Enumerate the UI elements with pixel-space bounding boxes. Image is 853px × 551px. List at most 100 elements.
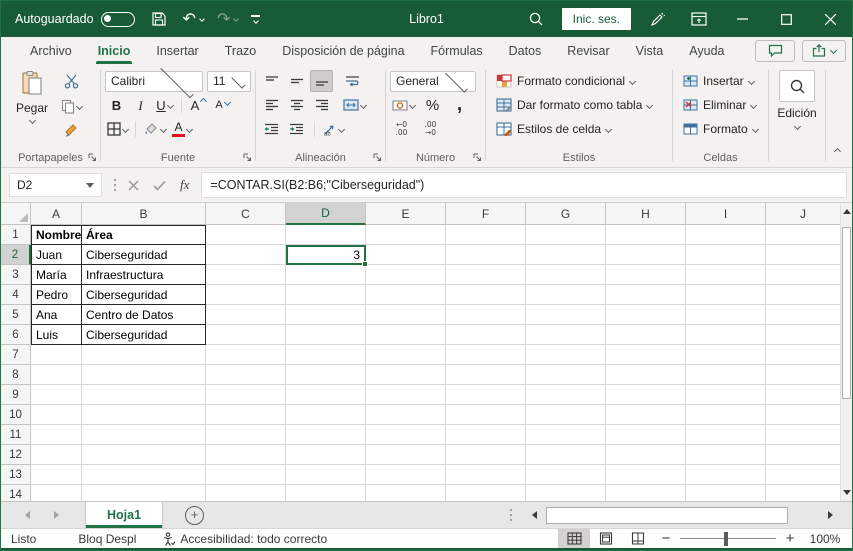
sheet-tab-hoja1[interactable]: Hoja1 bbox=[85, 502, 164, 528]
cell-D1[interactable] bbox=[286, 225, 366, 245]
cell-A12[interactable] bbox=[31, 445, 82, 465]
cell-B9[interactable] bbox=[82, 385, 206, 405]
font-size-select[interactable]: 11 bbox=[207, 70, 251, 92]
cell-A10[interactable] bbox=[31, 405, 82, 425]
cell-D2[interactable]: 3 bbox=[286, 245, 368, 267]
decrease-indent-button[interactable] bbox=[260, 118, 283, 140]
column-header-F[interactable]: F bbox=[446, 203, 526, 225]
cell-H11[interactable] bbox=[606, 425, 686, 445]
vertical-scrollbar-thumb[interactable] bbox=[842, 227, 851, 399]
cell-D6[interactable] bbox=[286, 325, 366, 345]
cell-H1[interactable] bbox=[606, 225, 686, 245]
tab-revisar[interactable]: Revisar bbox=[554, 37, 622, 64]
cell-H3[interactable] bbox=[606, 265, 686, 285]
cell-A2[interactable]: Juan bbox=[31, 245, 82, 265]
cell-J3[interactable] bbox=[766, 265, 841, 285]
zoom-slider-handle[interactable] bbox=[724, 531, 728, 546]
cell-C8[interactable] bbox=[206, 365, 286, 385]
cell-C7[interactable] bbox=[206, 345, 286, 365]
cell-H8[interactable] bbox=[606, 365, 686, 385]
cell-J4[interactable] bbox=[766, 285, 841, 305]
accounting-format-button[interactable] bbox=[390, 94, 417, 116]
cell-E12[interactable] bbox=[366, 445, 446, 465]
clipboard-dialog-launcher[interactable] bbox=[88, 153, 97, 162]
cell-G13[interactable] bbox=[526, 465, 606, 485]
close-button[interactable] bbox=[808, 1, 852, 37]
align-center-button[interactable] bbox=[285, 94, 308, 116]
tab-disposición-de-página[interactable]: Disposición de página bbox=[269, 37, 417, 64]
row-header-7[interactable]: 7 bbox=[1, 345, 31, 365]
cancel-icon[interactable] bbox=[128, 180, 139, 191]
align-middle-button[interactable] bbox=[285, 70, 308, 92]
cell-B2[interactable]: Ciberseguridad bbox=[82, 245, 206, 265]
cell-F14[interactable] bbox=[446, 485, 526, 501]
editing-button[interactable]: Edición bbox=[769, 70, 825, 131]
copy-button[interactable] bbox=[59, 95, 84, 117]
increase-indent-button[interactable] bbox=[285, 118, 308, 140]
number-dialog-launcher[interactable] bbox=[473, 153, 482, 162]
collapse-ribbon-button[interactable] bbox=[833, 141, 842, 159]
cell-F10[interactable] bbox=[446, 405, 526, 425]
delete-cells-button[interactable]: Eliminar bbox=[679, 93, 760, 118]
cell-D7[interactable] bbox=[286, 345, 366, 365]
cell-C4[interactable] bbox=[206, 285, 286, 305]
decrease-decimal-button[interactable]: .00 →0 bbox=[419, 118, 442, 140]
accounting-chevron-icon[interactable] bbox=[408, 101, 417, 109]
cell-D11[interactable] bbox=[286, 425, 366, 445]
tab-ayuda[interactable]: Ayuda bbox=[676, 37, 737, 64]
tab-trazo[interactable]: Trazo bbox=[212, 37, 270, 64]
zoom-slider[interactable] bbox=[680, 531, 776, 546]
cell-B10[interactable] bbox=[82, 405, 206, 425]
column-header-G[interactable]: G bbox=[526, 203, 606, 225]
cell-B7[interactable] bbox=[82, 345, 206, 365]
cell-G10[interactable] bbox=[526, 405, 606, 425]
redo-button[interactable]: ↷ bbox=[217, 11, 240, 27]
next-sheet-button[interactable] bbox=[54, 511, 59, 519]
row-header-6[interactable]: 6 bbox=[1, 325, 31, 345]
cell-E6[interactable] bbox=[366, 325, 446, 345]
cell-J2[interactable] bbox=[766, 245, 841, 265]
cell-G1[interactable] bbox=[526, 225, 606, 245]
cell-D5[interactable] bbox=[286, 305, 366, 325]
cell-F6[interactable] bbox=[446, 325, 526, 345]
cell-I10[interactable] bbox=[686, 405, 766, 425]
name-box-dropdown-icon[interactable] bbox=[86, 182, 94, 188]
cell-A7[interactable] bbox=[31, 345, 82, 365]
cell-J9[interactable] bbox=[766, 385, 841, 405]
cell-E13[interactable] bbox=[366, 465, 446, 485]
cell-A4[interactable]: Pedro bbox=[31, 285, 82, 305]
cell-H4[interactable] bbox=[606, 285, 686, 305]
cell-I1[interactable] bbox=[686, 225, 766, 245]
cell-I9[interactable] bbox=[686, 385, 766, 405]
alignment-dialog-launcher[interactable] bbox=[373, 153, 382, 162]
autosave-toggle[interactable]: Autoguardado bbox=[15, 11, 135, 27]
fill-color-button[interactable] bbox=[141, 118, 168, 140]
cell-B11[interactable] bbox=[82, 425, 206, 445]
conditional-formatting-button[interactable]: Formato condicional bbox=[492, 69, 639, 94]
row-header-12[interactable]: 12 bbox=[1, 445, 31, 465]
cell-F8[interactable] bbox=[446, 365, 526, 385]
row-header-5[interactable]: 5 bbox=[1, 305, 31, 325]
merge-center-button[interactable] bbox=[341, 94, 368, 116]
cell-B6[interactable]: Ciberseguridad bbox=[82, 325, 206, 345]
comma-style-button[interactable]: , bbox=[448, 94, 471, 116]
cell-I14[interactable] bbox=[686, 485, 766, 501]
cell-A14[interactable] bbox=[31, 485, 82, 501]
comments-button[interactable] bbox=[755, 39, 795, 62]
cell-E8[interactable] bbox=[366, 365, 446, 385]
cell-B14[interactable] bbox=[82, 485, 206, 501]
column-header-H[interactable]: H bbox=[606, 203, 686, 225]
cell-G4[interactable] bbox=[526, 285, 606, 305]
cell-J7[interactable] bbox=[766, 345, 841, 365]
cell-I3[interactable] bbox=[686, 265, 766, 285]
row-header-13[interactable]: 13 bbox=[1, 465, 31, 485]
cell-A3[interactable]: María bbox=[31, 265, 82, 285]
row-header-2[interactable]: 2 bbox=[1, 245, 31, 265]
copy-chevron-icon[interactable] bbox=[75, 102, 84, 110]
cell-J11[interactable] bbox=[766, 425, 841, 445]
align-bottom-button[interactable] bbox=[310, 70, 333, 92]
borders-chevron-icon[interactable] bbox=[121, 125, 130, 133]
format-painter-button[interactable] bbox=[59, 120, 84, 142]
undo-chevron-icon[interactable] bbox=[199, 16, 205, 22]
save-button[interactable] bbox=[148, 1, 170, 37]
